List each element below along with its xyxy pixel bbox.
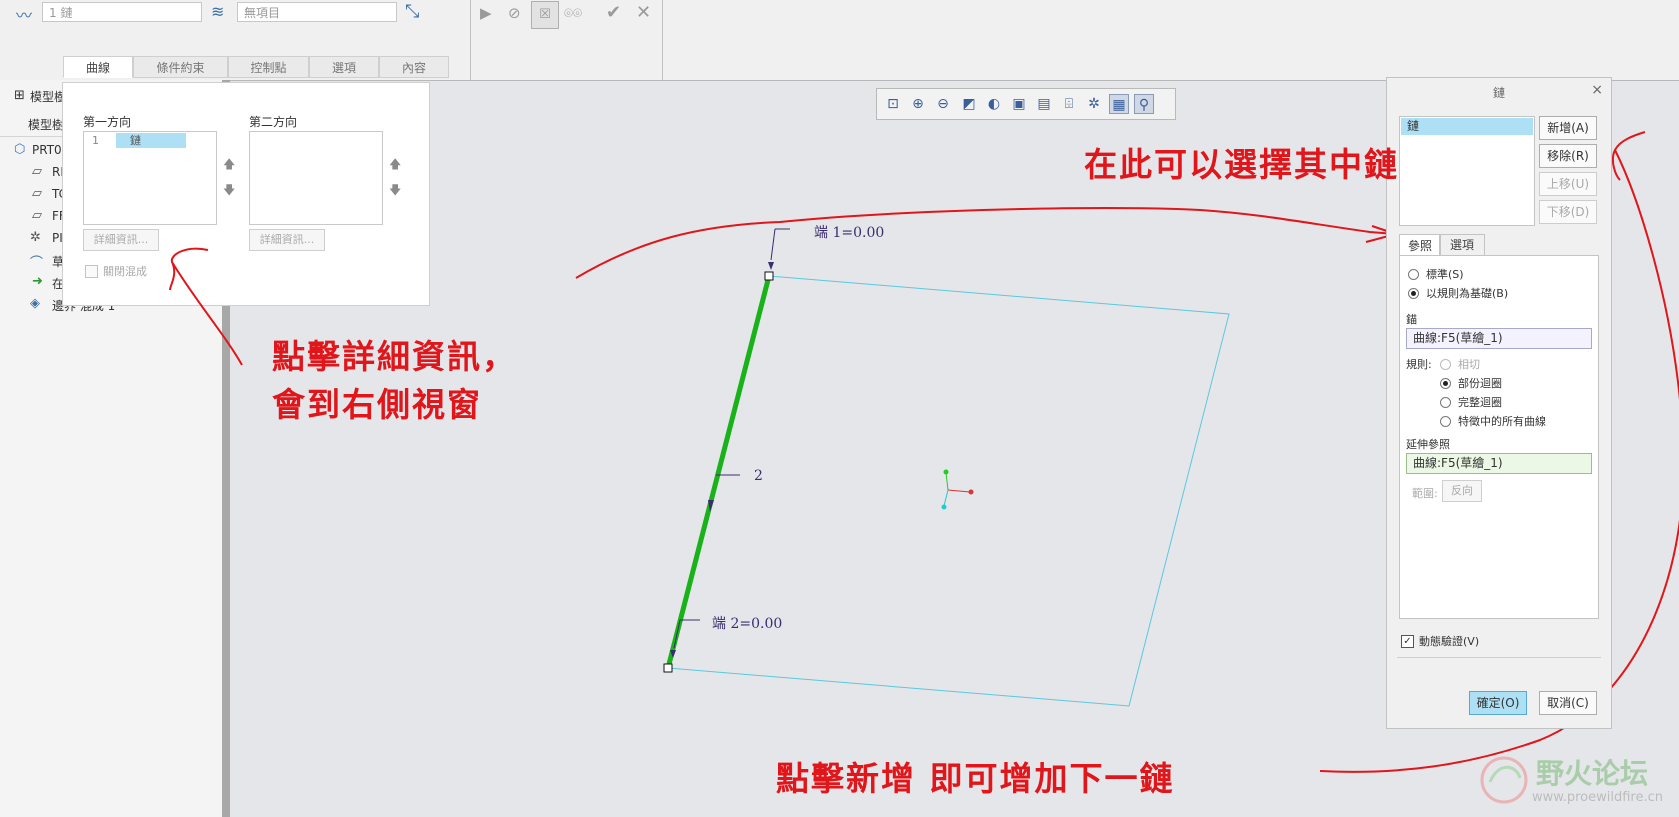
- full-loop-radio[interactable]: [1440, 397, 1451, 408]
- csys-x-axis: [947, 489, 971, 493]
- partial-loop-radio-label: 部份迴圈: [1458, 377, 1502, 390]
- anchor-label: 錨: [1406, 313, 1417, 326]
- range-label: 範圍:: [1412, 487, 1438, 500]
- end1-arrow-icon: [768, 262, 774, 270]
- annotation-add-chain: 點擊新增 即可增加下一鏈: [776, 759, 1175, 798]
- chain-list[interactable]: 鏈: [1399, 116, 1535, 226]
- rule-label: 規則:: [1406, 358, 1432, 371]
- chain-endpoint-2: [663, 663, 673, 673]
- annotation-details-line1: 點擊詳細資訊，: [272, 337, 517, 376]
- end1-dimension[interactable]: 端 1=0.00: [814, 222, 884, 242]
- csys-y-axis: [945, 472, 949, 491]
- standard-radio-label: 標準(S): [1426, 268, 1464, 281]
- partial-loop-radio[interactable]: [1440, 378, 1451, 389]
- chain-dialog: 鏈 × 鏈 新增(A) 移除(R) 上移(U) 下移(D) 參照 選項 標準(S…: [1386, 77, 1612, 729]
- move-down-button[interactable]: 下移(D): [1539, 200, 1597, 224]
- all-curves-radio[interactable]: [1440, 416, 1451, 427]
- csys-z-dot: [941, 504, 947, 510]
- close-icon[interactable]: ×: [1591, 82, 1603, 98]
- csys-z-axis: [943, 489, 949, 507]
- anchor-field[interactable]: 曲線:F5(草繪_1): [1406, 328, 1592, 349]
- dynamic-validation-label: 動態驗證(V): [1419, 635, 1480, 648]
- annotation-details-line2: 會到右側視窗: [272, 385, 482, 424]
- forum-logo-icon: [1476, 752, 1536, 806]
- dialog-divider: [1397, 657, 1601, 658]
- move-up-button[interactable]: 上移(U): [1539, 172, 1597, 196]
- extend-reference-label: 延伸參照: [1406, 438, 1450, 451]
- dialog-title: 鏈: [1492, 86, 1505, 100]
- add-chain-button[interactable]: 新增(A): [1539, 116, 1597, 140]
- tangent-radio[interactable]: [1440, 359, 1451, 370]
- end1-leader-diag: [770, 228, 776, 261]
- dynamic-validation-checkbox[interactable]: ✓: [1401, 635, 1414, 648]
- extend-reference-field[interactable]: 曲線:F5(草繪_1): [1406, 453, 1592, 474]
- annotation-select-chain: 在此可以選擇其中鏈: [1084, 145, 1399, 184]
- list-item[interactable]: 鏈: [1401, 118, 1533, 135]
- chain-endpoint-1: [764, 271, 774, 281]
- annotation-curve-select: [575, 207, 1400, 279]
- references-panel: 標準(S) 以規則為基礎(B) 錨 曲線:F5(草繪_1) 規則: 相切 部份迴…: [1399, 255, 1599, 619]
- full-loop-radio-label: 完整迴圈: [1458, 396, 1502, 409]
- rule-based-radio-label: 以規則為基礎(B): [1426, 287, 1509, 300]
- rule-based-radio[interactable]: [1408, 288, 1419, 299]
- end2-dimension[interactable]: 端 2=0.00: [712, 613, 782, 633]
- reverse-button[interactable]: 反向: [1442, 480, 1482, 502]
- mid-point-label[interactable]: 2: [754, 468, 763, 484]
- watermark-title: 野火论坛: [1536, 757, 1649, 790]
- tab-dialog-options[interactable]: 選項: [1439, 234, 1485, 256]
- remove-chain-button[interactable]: 移除(R): [1539, 144, 1597, 168]
- ok-button[interactable]: 確定(O): [1469, 691, 1527, 715]
- csys-x-dot: [968, 489, 974, 495]
- tangent-radio-label: 相切: [1458, 358, 1480, 371]
- csys-y-dot: [943, 469, 949, 475]
- tab-references[interactable]: 參照: [1399, 234, 1441, 257]
- all-curves-radio-label: 特徵中的所有曲線: [1458, 415, 1546, 428]
- cancel-button[interactable]: 取消(C): [1539, 691, 1597, 715]
- annotation-curve-details: [169, 247, 243, 366]
- standard-radio[interactable]: [1408, 269, 1419, 280]
- watermark-url: www.proewildfire.cn: [1532, 790, 1663, 805]
